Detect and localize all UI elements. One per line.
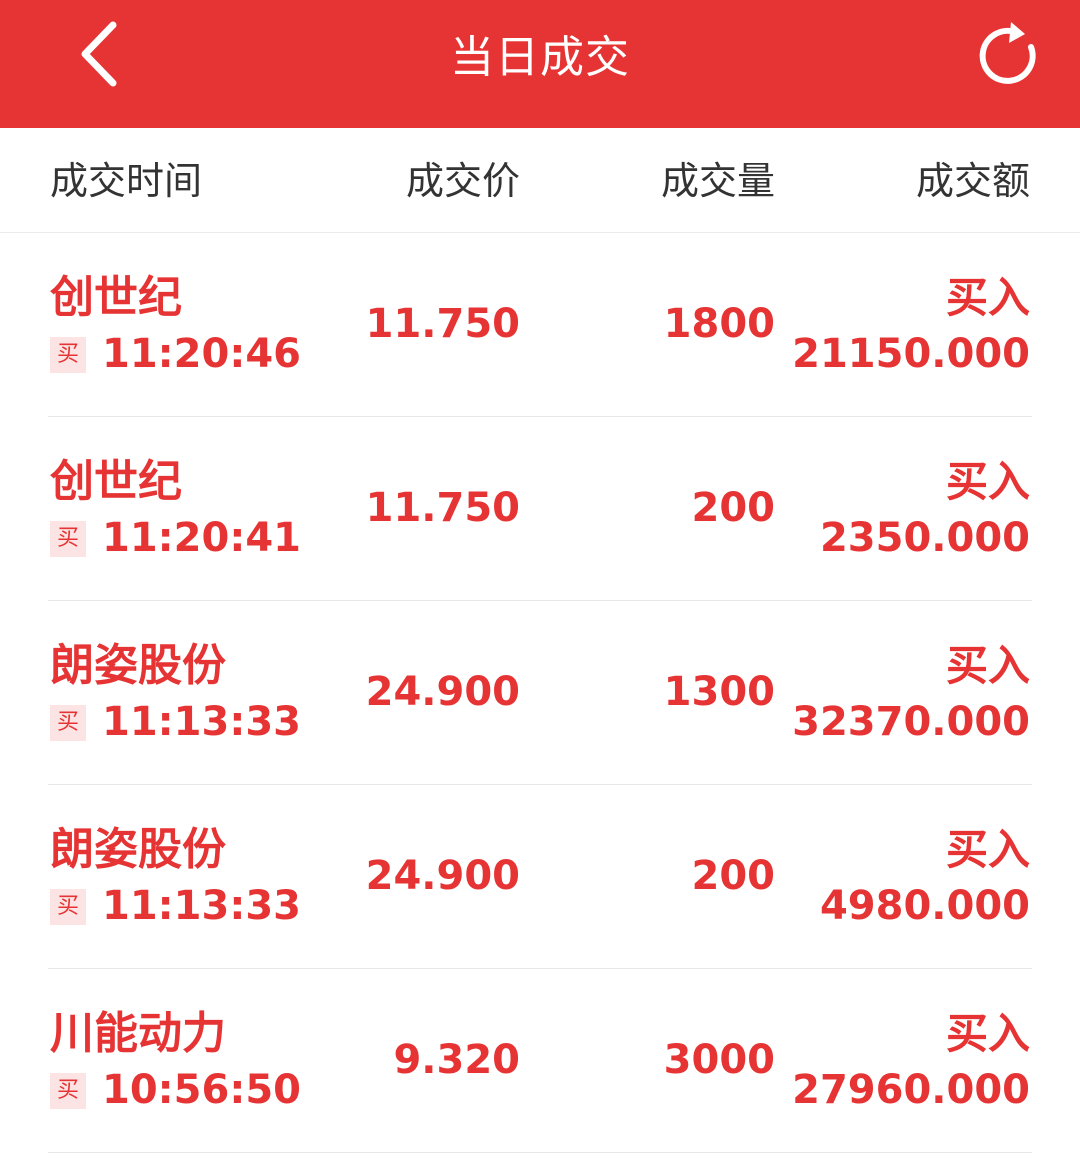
trade-amount: 27960.000 <box>792 1067 1030 1113</box>
stock-name: 创世纪 <box>50 456 182 507</box>
trade-direction: 买入 <box>945 457 1030 506</box>
trade-direction: 买入 <box>945 273 1030 322</box>
trade-direction: 买入 <box>945 825 1030 874</box>
trade-row[interactable]: 创世纪 买 11:20:46 11.750 1800 买入 21150.000 <box>0 233 1080 417</box>
trade-time: 11:20:41 <box>102 515 301 561</box>
trade-row[interactable]: 朗姿股份 买 11:13:33 24.900 1300 买入 32370.000 <box>0 601 1080 785</box>
trade-amount: 32370.000 <box>792 699 1030 745</box>
trade-time: 11:13:33 <box>102 699 301 745</box>
row-divider <box>48 1152 1032 1153</box>
trade-list: 创世纪 买 11:20:46 11.750 1800 买入 21150.000 … <box>0 233 1080 1153</box>
column-header-volume: 成交量 <box>660 159 775 203</box>
trade-row[interactable]: 川能动力 买 10:56:50 9.320 3000 买入 27960.000 <box>0 969 1080 1153</box>
trade-price: 9.320 <box>393 1037 520 1083</box>
stock-name: 朗姿股份 <box>50 824 226 875</box>
trade-price: 24.900 <box>365 853 520 899</box>
trade-volume: 1300 <box>663 669 775 715</box>
trade-time: 11:20:46 <box>102 331 301 377</box>
trade-price: 11.750 <box>365 485 520 531</box>
side-badge: 买 <box>50 521 86 557</box>
side-badge: 买 <box>50 705 86 741</box>
trade-amount: 21150.000 <box>792 331 1030 377</box>
trade-price: 24.900 <box>365 669 520 715</box>
column-header-amount: 成交额 <box>915 159 1030 203</box>
trade-time: 10:56:50 <box>102 1067 301 1113</box>
stock-name: 创世纪 <box>50 272 182 323</box>
side-badge: 买 <box>50 337 86 373</box>
column-header-time: 成交时间 <box>50 159 203 203</box>
trade-row[interactable]: 朗姿股份 买 11:13:33 24.900 200 买入 4980.000 <box>0 785 1080 969</box>
trade-time: 11:13:33 <box>102 883 301 929</box>
trade-volume: 3000 <box>663 1037 775 1083</box>
trade-direction: 买入 <box>945 1009 1030 1058</box>
refresh-button[interactable] <box>972 18 1048 94</box>
trade-amount: 4980.000 <box>819 883 1030 929</box>
refresh-icon <box>979 22 1036 84</box>
trade-row[interactable]: 创世纪 买 11:20:41 11.750 200 买入 2350.000 <box>0 417 1080 601</box>
trade-direction: 买入 <box>945 641 1030 690</box>
trade-volume: 1800 <box>663 301 775 347</box>
column-header-price: 成交价 <box>405 159 520 203</box>
side-badge: 买 <box>50 1073 86 1109</box>
stock-name: 朗姿股份 <box>50 640 226 691</box>
trade-volume: 200 <box>691 853 776 899</box>
app-header: 当日成交 <box>0 0 1080 128</box>
side-badge: 买 <box>50 889 86 925</box>
column-header-row: 成交时间 成交价 成交量 成交额 <box>0 128 1080 233</box>
page-title: 当日成交 <box>450 32 630 83</box>
trade-price: 11.750 <box>365 301 520 347</box>
trade-amount: 2350.000 <box>819 515 1030 561</box>
trade-volume: 200 <box>691 485 776 531</box>
stock-name: 川能动力 <box>50 1008 226 1059</box>
